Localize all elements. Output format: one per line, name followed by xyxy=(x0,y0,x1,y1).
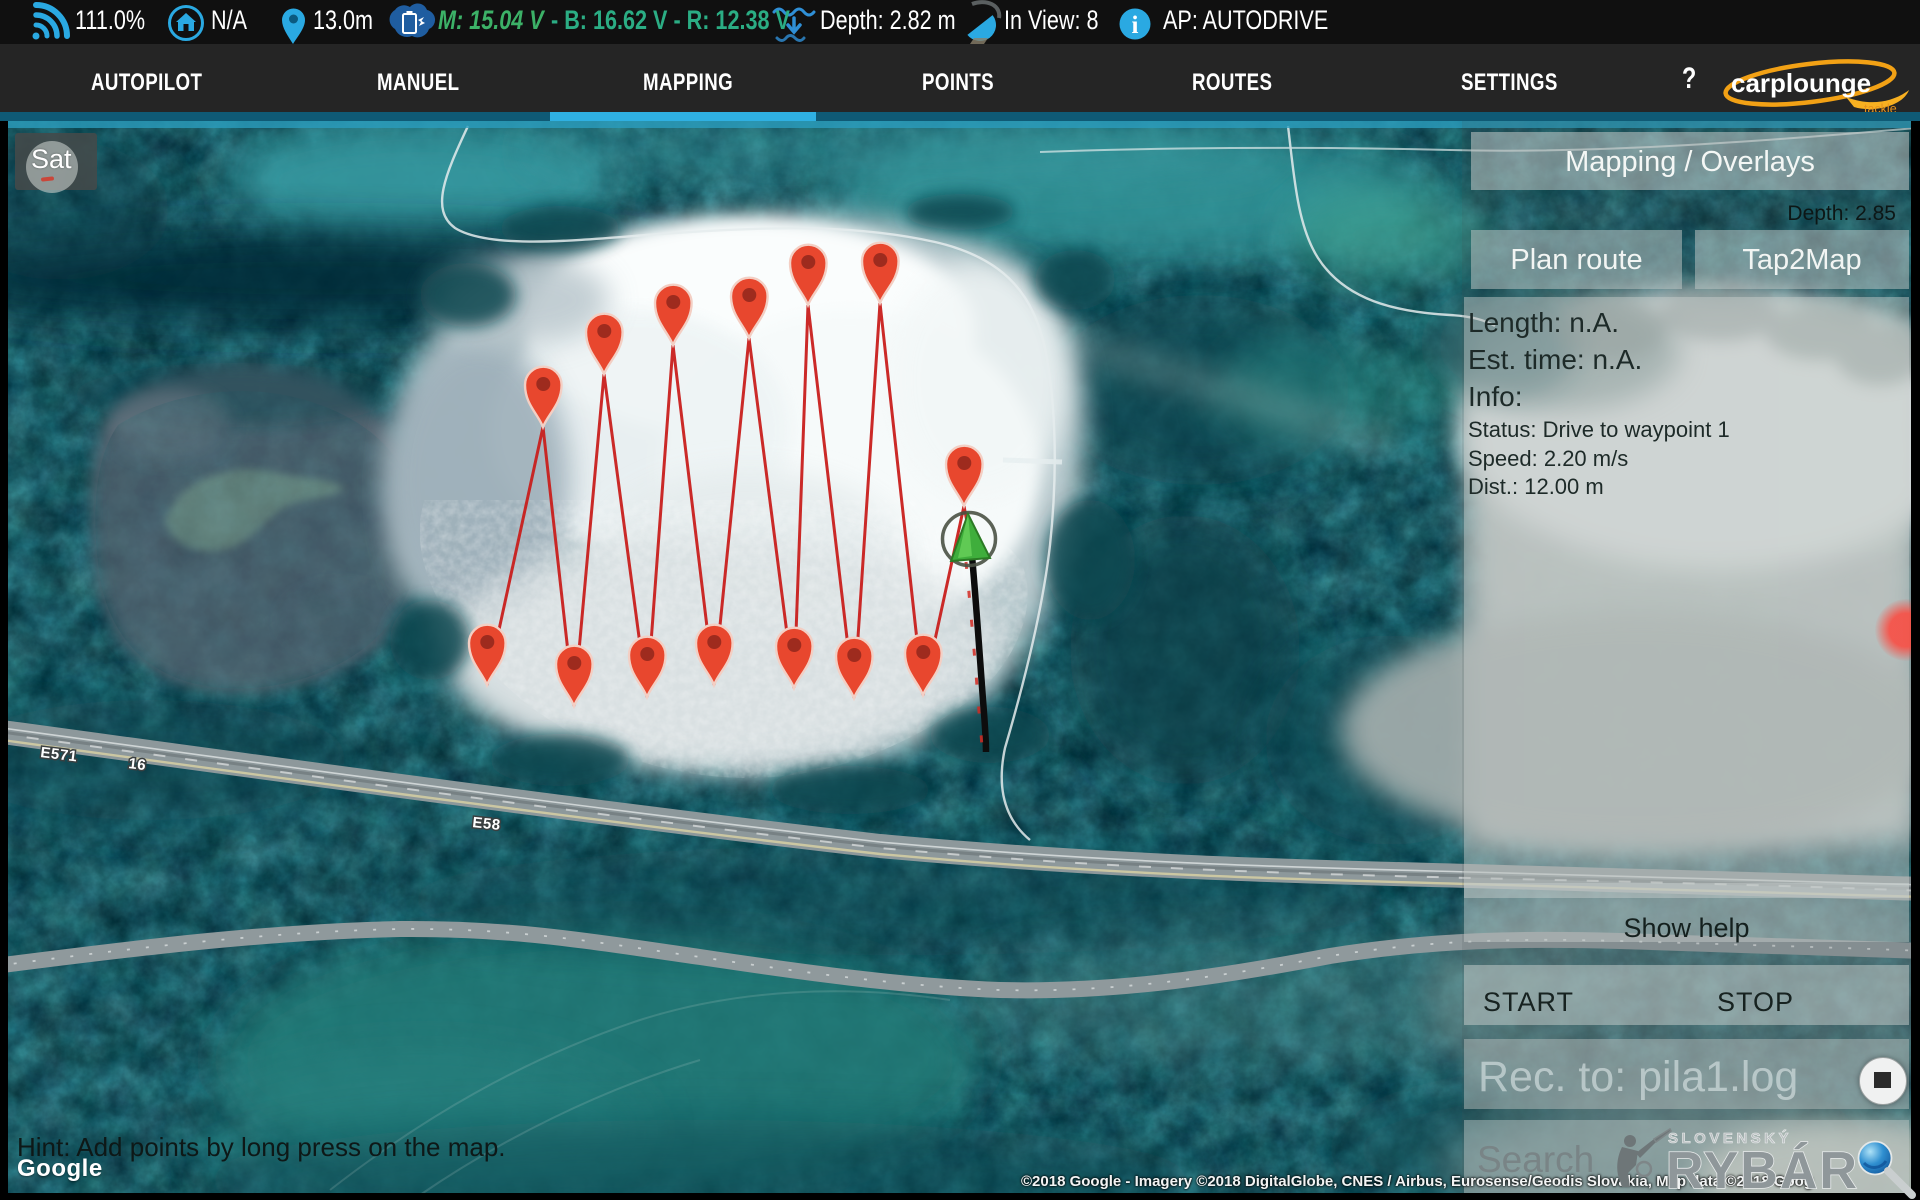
svg-text:i: i xyxy=(1132,12,1139,39)
svg-text:E58: E58 xyxy=(472,814,502,834)
svg-text:RYBÁR: RYBÁR xyxy=(1666,1142,1859,1200)
svg-text:carplounge: carplounge xyxy=(1731,68,1871,98)
svg-text:16: 16 xyxy=(128,755,148,774)
